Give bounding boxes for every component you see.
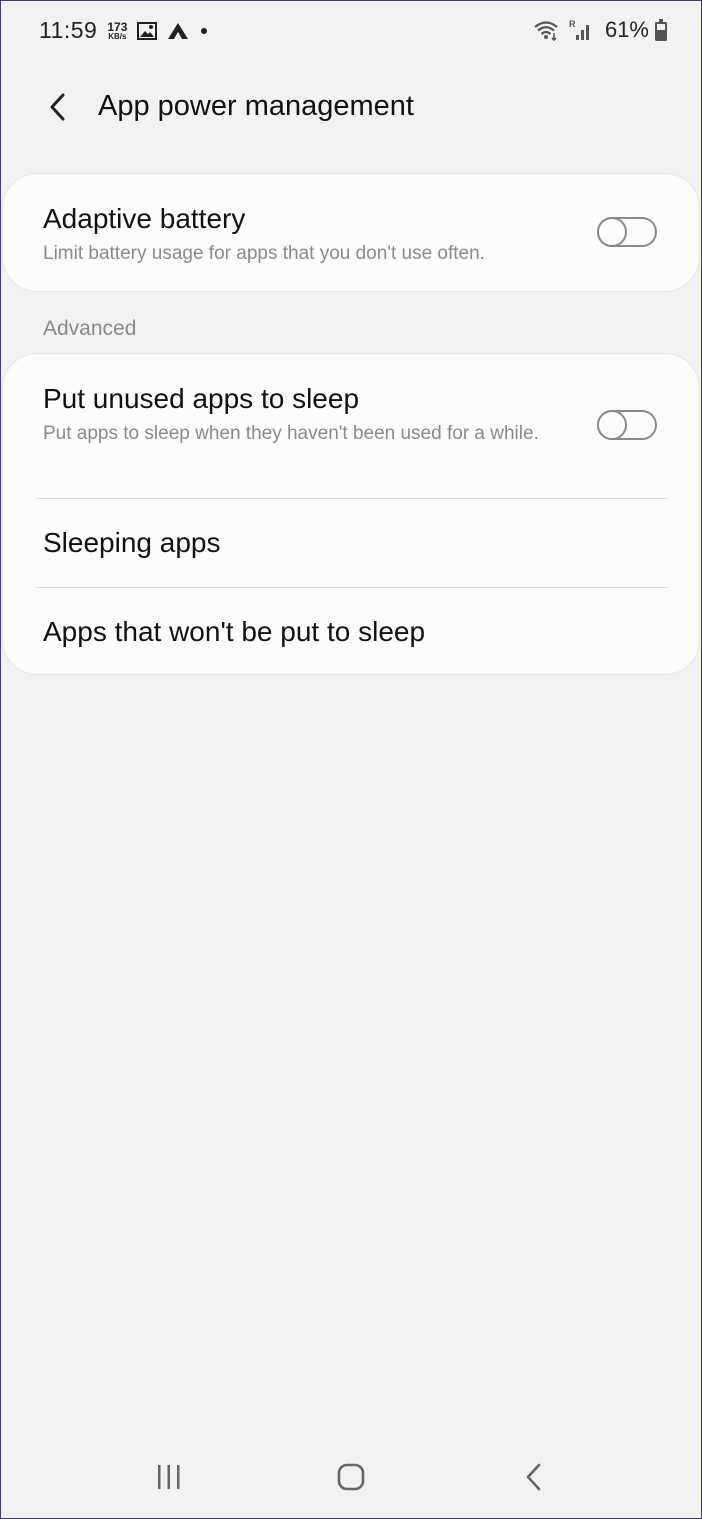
put-unused-apps-to-sleep-row[interactable]: Put unused apps to sleep Put apps to sle… bbox=[3, 354, 699, 498]
page-title: App power management bbox=[98, 90, 414, 122]
advanced-card: Put unused apps to sleep Put apps to sle… bbox=[3, 354, 699, 674]
battery-percent: 61% bbox=[604, 17, 649, 42]
status-left: 11:59 173 KB/s bbox=[39, 17, 209, 44]
adaptive-battery-title: Adaptive battery bbox=[43, 203, 246, 234]
network-speed-unit: KB/s bbox=[108, 31, 127, 41]
apps-never-sleep-row[interactable]: Apps that won't be put to sleep bbox=[3, 588, 699, 674]
back-button[interactable] bbox=[39, 89, 75, 125]
adaptive-battery-card: Adaptive battery Limit battery usage for… bbox=[3, 174, 699, 291]
navigation-bar bbox=[1, 1447, 701, 1507]
status-time: 11:59 bbox=[39, 17, 98, 43]
back-icon bbox=[526, 1463, 541, 1491]
recents-icon bbox=[158, 1465, 180, 1489]
wifi-icon bbox=[533, 19, 559, 41]
status-right: R 61% bbox=[523, 17, 667, 43]
put-unused-apps-to-sleep-toggle[interactable] bbox=[597, 410, 657, 440]
dot-icon bbox=[199, 26, 209, 36]
adaptive-battery-row[interactable]: Adaptive battery Limit battery usage for… bbox=[3, 174, 699, 291]
app-bar: App power management bbox=[1, 77, 701, 137]
home-icon bbox=[337, 1463, 365, 1491]
adaptive-battery-toggle[interactable] bbox=[597, 217, 657, 247]
nav-back-button[interactable] bbox=[512, 1455, 556, 1499]
network-speed-value: 173 bbox=[107, 19, 128, 34]
toggle-knob bbox=[597, 217, 627, 247]
sleeping-apps-row[interactable]: Sleeping apps bbox=[3, 499, 699, 587]
put-unused-apps-to-sleep-description: Put apps to sleep when they haven't been… bbox=[43, 423, 539, 444]
advanced-section-label: Advanced bbox=[43, 317, 137, 340]
apps-never-sleep-title: Apps that won't be put to sleep bbox=[43, 616, 426, 647]
signal-icon: R bbox=[569, 19, 593, 41]
network-speed: 173 KB/s bbox=[107, 21, 127, 41]
home-button[interactable] bbox=[329, 1455, 373, 1499]
app-notification-icon bbox=[167, 22, 189, 40]
svg-text:R: R bbox=[569, 19, 576, 29]
battery-icon bbox=[655, 19, 667, 41]
sleeping-apps-title: Sleeping apps bbox=[43, 527, 221, 558]
toggle-knob bbox=[597, 410, 627, 440]
put-unused-apps-to-sleep-title: Put unused apps to sleep bbox=[43, 383, 360, 414]
adaptive-battery-description: Limit battery usage for apps that you do… bbox=[43, 243, 485, 264]
back-arrow-icon bbox=[50, 93, 65, 121]
gallery-icon bbox=[137, 21, 158, 40]
status-bar: 11:59 173 KB/s R 61% bbox=[1, 1, 701, 63]
recents-button[interactable] bbox=[147, 1455, 191, 1499]
